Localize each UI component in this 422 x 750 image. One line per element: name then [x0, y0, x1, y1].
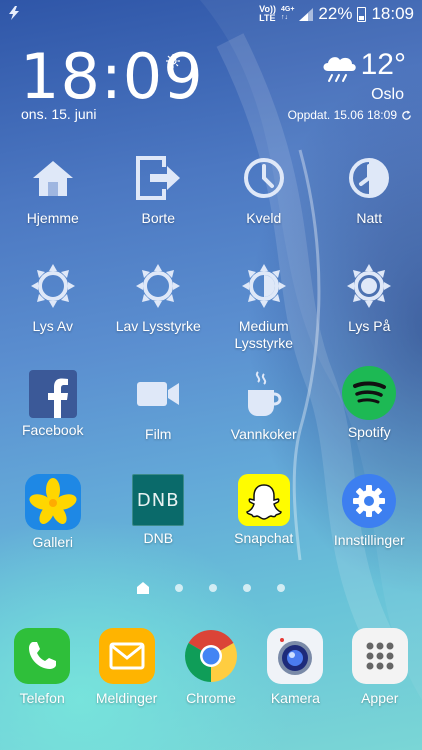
weather-updated[interactable]: Oppdat. 15.06 18:09 — [288, 108, 412, 122]
dnb-icon: DNB — [132, 474, 185, 526]
dock-label: Chrome — [186, 690, 236, 706]
shortcut-hjemme[interactable]: Hjemme — [0, 150, 106, 258]
shortcut-label: Kveld — [246, 210, 282, 226]
dock-kamera[interactable]: Kamera — [253, 628, 337, 707]
coffee-cup-icon — [236, 366, 292, 422]
status-time: 18:09 — [371, 4, 414, 23]
shortcut-label: Borte — [141, 210, 175, 226]
dock-telefon[interactable]: Telefon — [0, 628, 84, 707]
clock-half-icon — [341, 150, 397, 206]
clock-icon — [236, 150, 292, 206]
spotify-icon — [342, 366, 397, 420]
page-dot[interactable] — [277, 584, 285, 592]
app-label: Snapchat — [234, 530, 294, 546]
clock-date[interactable]: ons. 15. juni — [21, 106, 97, 122]
alarm-icon — [166, 54, 180, 71]
chrome-icon — [183, 628, 239, 684]
app-vannkoker[interactable]: Vannkoker — [211, 366, 317, 474]
flash-icon — [8, 6, 20, 23]
home-screen-grid: Hjemme Borte Kveld Natt Lys Av Lav Lysst… — [0, 150, 422, 582]
app-snapchat[interactable]: Snapchat — [211, 474, 317, 582]
page-dot[interactable] — [243, 584, 251, 592]
shortcut-lys-pa[interactable]: Lys På — [317, 258, 422, 366]
shortcut-lys-av[interactable]: Lys Av — [0, 258, 106, 366]
grid-row: Facebook Film Vannkoker Spotify — [0, 366, 422, 474]
shortcut-label: Hjemme — [26, 210, 79, 226]
home-icon — [25, 150, 81, 206]
dock-apper[interactable]: Apper — [338, 628, 422, 707]
settings-gear-icon — [342, 474, 397, 528]
snapchat-icon — [237, 474, 290, 526]
dock-label: Kamera — [270, 690, 320, 706]
battery-icon — [357, 6, 367, 22]
network-type: 4G+ ↑↓ — [280, 6, 295, 21]
apps-grid-icon — [351, 628, 408, 684]
page-dot[interactable] — [209, 584, 217, 592]
shortcut-label: Lav Lysstyrke — [115, 318, 201, 334]
dnb-logo-text: DNB — [136, 489, 180, 511]
rain-cloud-icon[interactable] — [320, 53, 360, 83]
dock: Telefon Meldinger Chrome Kamera Apper — [0, 628, 422, 707]
app-label: Facebook — [22, 422, 84, 438]
shortcut-lav-lysstyrke[interactable]: Lav Lysstyrke — [106, 258, 212, 366]
shortcut-kveld[interactable]: Kveld — [211, 150, 317, 258]
weather-updated-text: Oppdat. 15.06 18:09 — [287, 108, 397, 122]
dock-label: Telefon — [19, 690, 65, 706]
shortcut-label: Lys Av — [32, 318, 73, 334]
brightness-full-icon — [341, 258, 397, 314]
grid-row: Lys Av Lav Lysstyrke Medium Lysstyrke Ly… — [0, 258, 422, 366]
gallery-icon — [24, 474, 81, 530]
app-dnb[interactable]: DNB DNB — [106, 474, 212, 582]
signal-icon — [299, 7, 314, 21]
app-spotify[interactable]: Spotify — [317, 366, 422, 474]
app-film[interactable]: Film — [106, 366, 212, 474]
app-facebook[interactable]: Facebook — [0, 366, 106, 474]
brightness-medium-icon — [236, 258, 292, 314]
page-dot[interactable] — [175, 584, 183, 592]
shortcut-label: Medium Lysstyrke — [234, 318, 294, 351]
dock-label: Apper — [361, 690, 399, 706]
status-bar: Vo)) LTE 4G+ ↑↓ 22% 18:09 — [0, 0, 422, 30]
dock-meldinger[interactable]: Meldinger — [84, 628, 168, 707]
app-galleri[interactable]: Galleri — [0, 474, 106, 582]
refresh-icon[interactable] — [401, 109, 412, 121]
shortcut-borte[interactable]: Borte — [106, 150, 212, 258]
video-camera-icon — [130, 366, 186, 422]
dock-label: Meldinger — [95, 690, 158, 706]
volte-indicator: Vo)) LTE — [259, 4, 276, 23]
weather-temperature[interactable]: 12° — [361, 48, 406, 82]
brightness-low-icon — [130, 258, 186, 314]
shortcut-label: Natt — [356, 210, 383, 226]
phone-icon — [14, 628, 71, 684]
brightness-off-icon — [25, 258, 81, 314]
shortcut-natt[interactable]: Natt — [317, 150, 422, 258]
exit-icon — [130, 150, 186, 206]
home-page-icon[interactable] — [137, 582, 149, 594]
messages-icon — [98, 628, 155, 684]
grid-row: Hjemme Borte Kveld Natt — [0, 150, 422, 258]
shortcut-medium-lysstyrke[interactable]: Medium Lysstyrke — [211, 258, 317, 366]
app-label: Vannkoker — [230, 426, 297, 442]
app-label: Film — [145, 426, 172, 442]
app-label: DNB — [143, 530, 174, 546]
shortcut-label: Lys På — [348, 318, 391, 334]
camera-icon — [267, 628, 324, 684]
facebook-icon — [28, 370, 77, 418]
app-innstillinger[interactable]: Innstillinger — [317, 474, 422, 582]
dock-chrome[interactable]: Chrome — [169, 628, 253, 707]
page-indicator[interactable] — [0, 582, 422, 594]
battery-percent: 22% — [318, 4, 353, 23]
grid-row: Galleri DNB DNB Snapchat Innstillinger — [0, 474, 422, 582]
app-label: Spotify — [347, 424, 391, 440]
weather-city[interactable]: Oslo — [371, 86, 404, 104]
app-label: Innstillinger — [333, 532, 405, 548]
app-label: Galleri — [32, 534, 73, 550]
